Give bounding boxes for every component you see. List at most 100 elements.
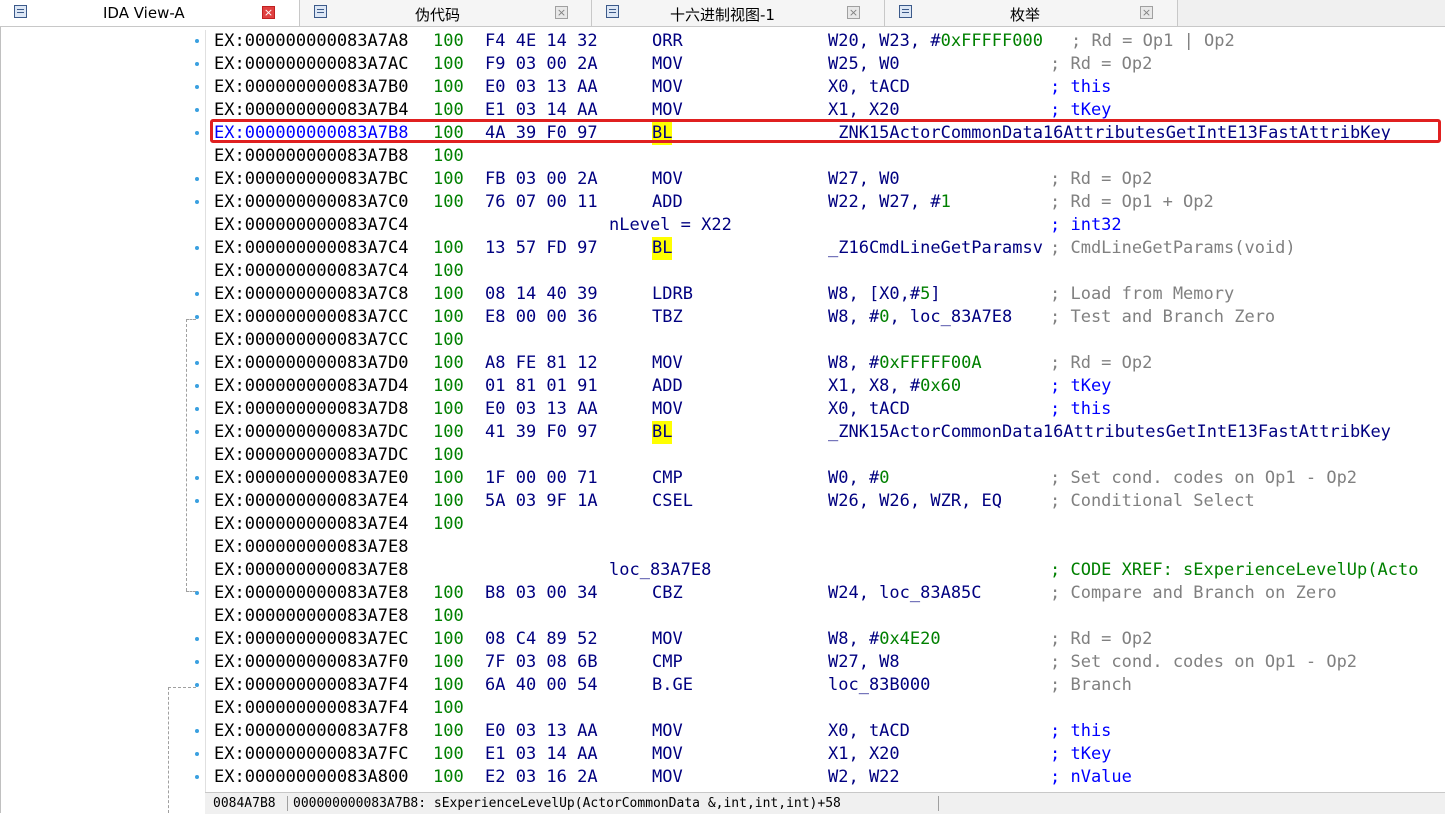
row-comment: ; CODE XREF: sExperienceLevelUp(Acto bbox=[1050, 560, 1419, 580]
row-address: EX:000000000083A7AC bbox=[214, 54, 409, 74]
breakpoint-marker-icon[interactable] bbox=[195, 85, 199, 89]
breakpoint-marker-icon[interactable] bbox=[195, 108, 199, 112]
listing-row[interactable]: EX:000000000083A7B0 100 E0 03 13 AA MOV X0, … bbox=[214, 76, 1445, 99]
listing-row[interactable]: EX:000000000083A7D4 100 01 81 01 91 ADD X1, … bbox=[214, 375, 1445, 398]
breakpoint-marker-icon[interactable] bbox=[195, 39, 199, 43]
row-operands: W27, W0 bbox=[828, 169, 900, 189]
row-opcode-bytes: 08 C4 89 52 bbox=[485, 629, 598, 649]
listing-row[interactable]: EX:000000000083A7F4 100 6A 40 00 54 B.GE loc… bbox=[214, 674, 1445, 697]
listing-row[interactable]: EX:000000000083A7BC 100 FB 03 00 2A MOV W27,… bbox=[214, 168, 1445, 191]
breakpoint-marker-icon[interactable] bbox=[195, 637, 199, 641]
breakpoint-marker-icon[interactable] bbox=[195, 729, 199, 733]
row-address: EX:000000000083A7D8 bbox=[214, 399, 409, 419]
breakpoint-marker-icon[interactable] bbox=[195, 62, 199, 66]
row-mnemonic: ORR bbox=[652, 31, 683, 51]
gutter-border bbox=[0, 27, 1, 813]
row-comment: ; Set cond. codes on Op1 - Op2 bbox=[1050, 468, 1358, 488]
breakpoint-marker-icon[interactable] bbox=[195, 752, 199, 756]
row-address: EX:000000000083A7C4 bbox=[214, 261, 409, 281]
row-comment: ; tKey bbox=[1050, 744, 1112, 764]
tab-1[interactable]: IDA View-A × bbox=[0, 0, 300, 26]
row-comment: ; Rd = Op2 bbox=[1050, 54, 1153, 74]
breakpoint-marker-icon[interactable] bbox=[195, 246, 199, 250]
listing-row[interactable]: EX:000000000083A7E8 loc_83A7E8 ; CODE XREF… bbox=[214, 559, 1445, 582]
status-separator bbox=[938, 796, 939, 811]
row-operands: W0, #0 bbox=[828, 468, 890, 488]
row-address: EX:000000000083A7CC bbox=[214, 307, 409, 327]
listing-row[interactable]: EX:000000000083A7CC 100 E8 00 00 36 TBZ W8, … bbox=[214, 306, 1445, 329]
listing-row[interactable]: EX:000000000083A7E4 100 5A 03 9F 1A CSEL W26… bbox=[214, 490, 1445, 513]
listing-row[interactable]: EX:000000000083A7CC 100 bbox=[214, 329, 1445, 352]
tab-2[interactable]: 伪代码 × bbox=[300, 0, 592, 26]
row-opcode-bytes: 7F 03 08 6B bbox=[485, 652, 598, 672]
listing-row[interactable]: EX:000000000083A7C4 nLevel = X22 ; int32 bbox=[214, 214, 1445, 237]
listing-row[interactable]: EX:000000000083A7EC 100 08 C4 89 52 MOV W8, … bbox=[214, 628, 1445, 651]
breakpoint-marker-icon[interactable] bbox=[195, 384, 199, 388]
listing-row[interactable]: EX:000000000083A7C4 100 bbox=[214, 260, 1445, 283]
close-icon[interactable]: × bbox=[1140, 6, 1153, 19]
breakpoint-marker-icon[interactable] bbox=[195, 775, 199, 779]
breakpoint-marker-icon[interactable] bbox=[195, 361, 199, 365]
row-opcode-bytes: E0 03 13 AA bbox=[485, 77, 598, 97]
row-opcode-bytes: E1 03 14 AA bbox=[485, 744, 598, 764]
row-stack-delta: 100 bbox=[433, 744, 464, 764]
listing-row[interactable]: EX:000000000083A7A8 100 F4 4E 14 32 ORR W20,… bbox=[214, 30, 1445, 53]
tab-4[interactable]: 枚举 × bbox=[885, 0, 1178, 26]
breakpoint-marker-icon[interactable] bbox=[195, 660, 199, 664]
listing-row[interactable]: EX:000000000083A7D0 100 A8 FE 81 12 MOV W8, … bbox=[214, 352, 1445, 375]
row-stack-delta: 100 bbox=[433, 767, 464, 787]
row-stack-delta: 100 bbox=[433, 514, 464, 534]
row-opcode-bytes: A8 FE 81 12 bbox=[485, 353, 598, 373]
listing-row[interactable]: EX:000000000083A7F0 100 7F 03 08 6B CMP W27,… bbox=[214, 651, 1445, 674]
breakpoint-marker-icon[interactable] bbox=[195, 499, 199, 503]
listing-row[interactable]: EX:000000000083A7C4 100 13 57 FD 97 BL _Z16C… bbox=[214, 237, 1445, 260]
row-mnemonic: CMP bbox=[652, 652, 683, 672]
listing-row[interactable]: EX:000000000083A7E8 100 B8 03 00 34 CBZ W24,… bbox=[214, 582, 1445, 605]
row-address: EX:000000000083A7E4 bbox=[214, 514, 409, 534]
row-comment: ; Load from Memory bbox=[1050, 284, 1235, 304]
breakpoint-marker-icon[interactable] bbox=[195, 476, 199, 480]
row-address: EX:000000000083A7D0 bbox=[214, 353, 409, 373]
row-opcode-bytes: 76 07 00 11 bbox=[485, 192, 598, 212]
tab-label: 枚举 bbox=[1010, 6, 1041, 24]
breakpoint-marker-icon[interactable] bbox=[195, 430, 199, 434]
row-mnemonic: MOV bbox=[652, 744, 683, 764]
listing-row[interactable]: EX:000000000083A7AC 100 F9 03 00 2A MOV W25,… bbox=[214, 53, 1445, 76]
listing-row[interactable]: EX:000000000083A7E8 100 bbox=[214, 605, 1445, 628]
disassembly-listing[interactable]: EX:000000000083A7A8 100 F4 4E 14 32 ORR W20,… bbox=[205, 30, 1445, 792]
listing-row[interactable]: EX:000000000083A7E4 100 bbox=[214, 513, 1445, 536]
row-comment: ; Set cond. codes on Op1 - Op2 bbox=[1050, 652, 1358, 672]
breakpoint-marker-icon[interactable] bbox=[195, 200, 199, 204]
row-opcode-bytes: E2 03 16 2A bbox=[485, 767, 598, 787]
listing-row[interactable]: EX:000000000083A7DC 100 bbox=[214, 444, 1445, 467]
close-icon[interactable]: × bbox=[555, 6, 568, 19]
listing-row[interactable]: EX:000000000083A800 100 E2 03 16 2A MOV W2, … bbox=[214, 766, 1445, 789]
tab-3[interactable]: 十六进制视图-1 × bbox=[592, 0, 885, 26]
listing-row[interactable]: EX:000000000083A7F8 100 E0 03 13 AA MOV X0, … bbox=[214, 720, 1445, 743]
breakpoint-marker-icon[interactable] bbox=[195, 131, 199, 135]
row-stack-delta: 100 bbox=[433, 261, 464, 281]
listing-row[interactable]: EX:000000000083A7FC 100 E1 03 14 AA MOV X1, … bbox=[214, 743, 1445, 766]
listing-row[interactable]: EX:000000000083A7F4 100 bbox=[214, 697, 1445, 720]
close-icon[interactable]: × bbox=[847, 6, 860, 19]
listing-row[interactable]: EX:000000000083A7D8 100 E0 03 13 AA MOV X0, … bbox=[214, 398, 1445, 421]
row-operands: W22, W27, #1 bbox=[828, 192, 951, 212]
breakpoint-marker-icon[interactable] bbox=[195, 177, 199, 181]
breakpoint-marker-icon[interactable] bbox=[195, 292, 199, 296]
listing-row[interactable]: EX:000000000083A7B8 100 bbox=[214, 145, 1445, 168]
flow-arrow bbox=[186, 319, 196, 320]
row-address: EX:000000000083A7E8 bbox=[214, 560, 409, 580]
row-opcode-bytes: E8 00 00 36 bbox=[485, 307, 598, 327]
listing-row[interactable]: EX:000000000083A7C0 100 76 07 00 11 ADD W22,… bbox=[214, 191, 1445, 214]
listing-row[interactable]: EX:000000000083A7C8 100 08 14 40 39 LDRB W8,… bbox=[214, 283, 1445, 306]
row-opcode-bytes: 01 81 01 91 bbox=[485, 376, 598, 396]
row-stack-delta: 100 bbox=[433, 77, 464, 97]
close-icon[interactable]: × bbox=[262, 6, 275, 19]
listing-row[interactable]: EX:000000000083A7E0 100 1F 00 00 71 CMP W0, … bbox=[214, 467, 1445, 490]
status-separator bbox=[287, 796, 288, 811]
breakpoint-marker-icon[interactable] bbox=[195, 407, 199, 411]
highlight-box bbox=[210, 119, 1441, 143]
listing-row[interactable]: EX:000000000083A7DC 100 41 39 F0 97 BL _ZNK1… bbox=[214, 421, 1445, 444]
listing-row[interactable]: EX:000000000083A7E8 bbox=[214, 536, 1445, 559]
row-stack-delta: 100 bbox=[433, 284, 464, 304]
